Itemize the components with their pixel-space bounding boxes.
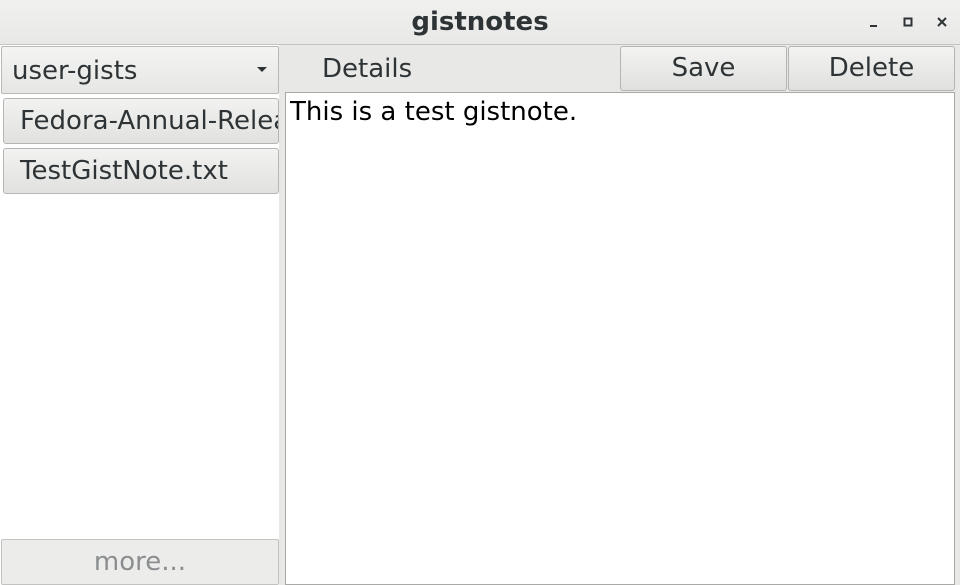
gist-list: Fedora-Annual-Release-Notes TestGistNote… [0, 95, 280, 537]
list-item[interactable]: Fedora-Annual-Release-Notes [3, 98, 279, 144]
gist-source-dropdown[interactable]: user-gists [1, 46, 279, 94]
gist-sidebar: user-gists Fedora-Annual-Release-Notes T… [0, 45, 280, 585]
note-editor[interactable]: This is a test gistnote. [285, 92, 955, 585]
save-button[interactable]: Save [620, 46, 787, 91]
more-button[interactable]: more... [1, 539, 279, 585]
window-title: gistnotes [411, 7, 549, 37]
gist-source-label: user-gists [12, 56, 138, 86]
note-content: This is a test gistnote. [290, 97, 578, 127]
details-label: Details [322, 54, 413, 84]
minimize-icon[interactable] [864, 12, 884, 32]
list-item-label: Fedora-Annual-Release-Notes [20, 106, 278, 136]
list-item[interactable]: TestGistNote.txt [3, 148, 279, 194]
delete-button[interactable]: Delete [788, 46, 955, 91]
chevron-down-icon [257, 67, 267, 72]
details-toolbar: Details Save Delete [280, 45, 960, 92]
maximize-icon[interactable] [898, 12, 918, 32]
window-edge [955, 92, 960, 585]
list-item-label: TestGistNote.txt [20, 156, 228, 186]
title-bar: gistnotes [0, 0, 960, 45]
close-icon[interactable] [932, 12, 952, 32]
